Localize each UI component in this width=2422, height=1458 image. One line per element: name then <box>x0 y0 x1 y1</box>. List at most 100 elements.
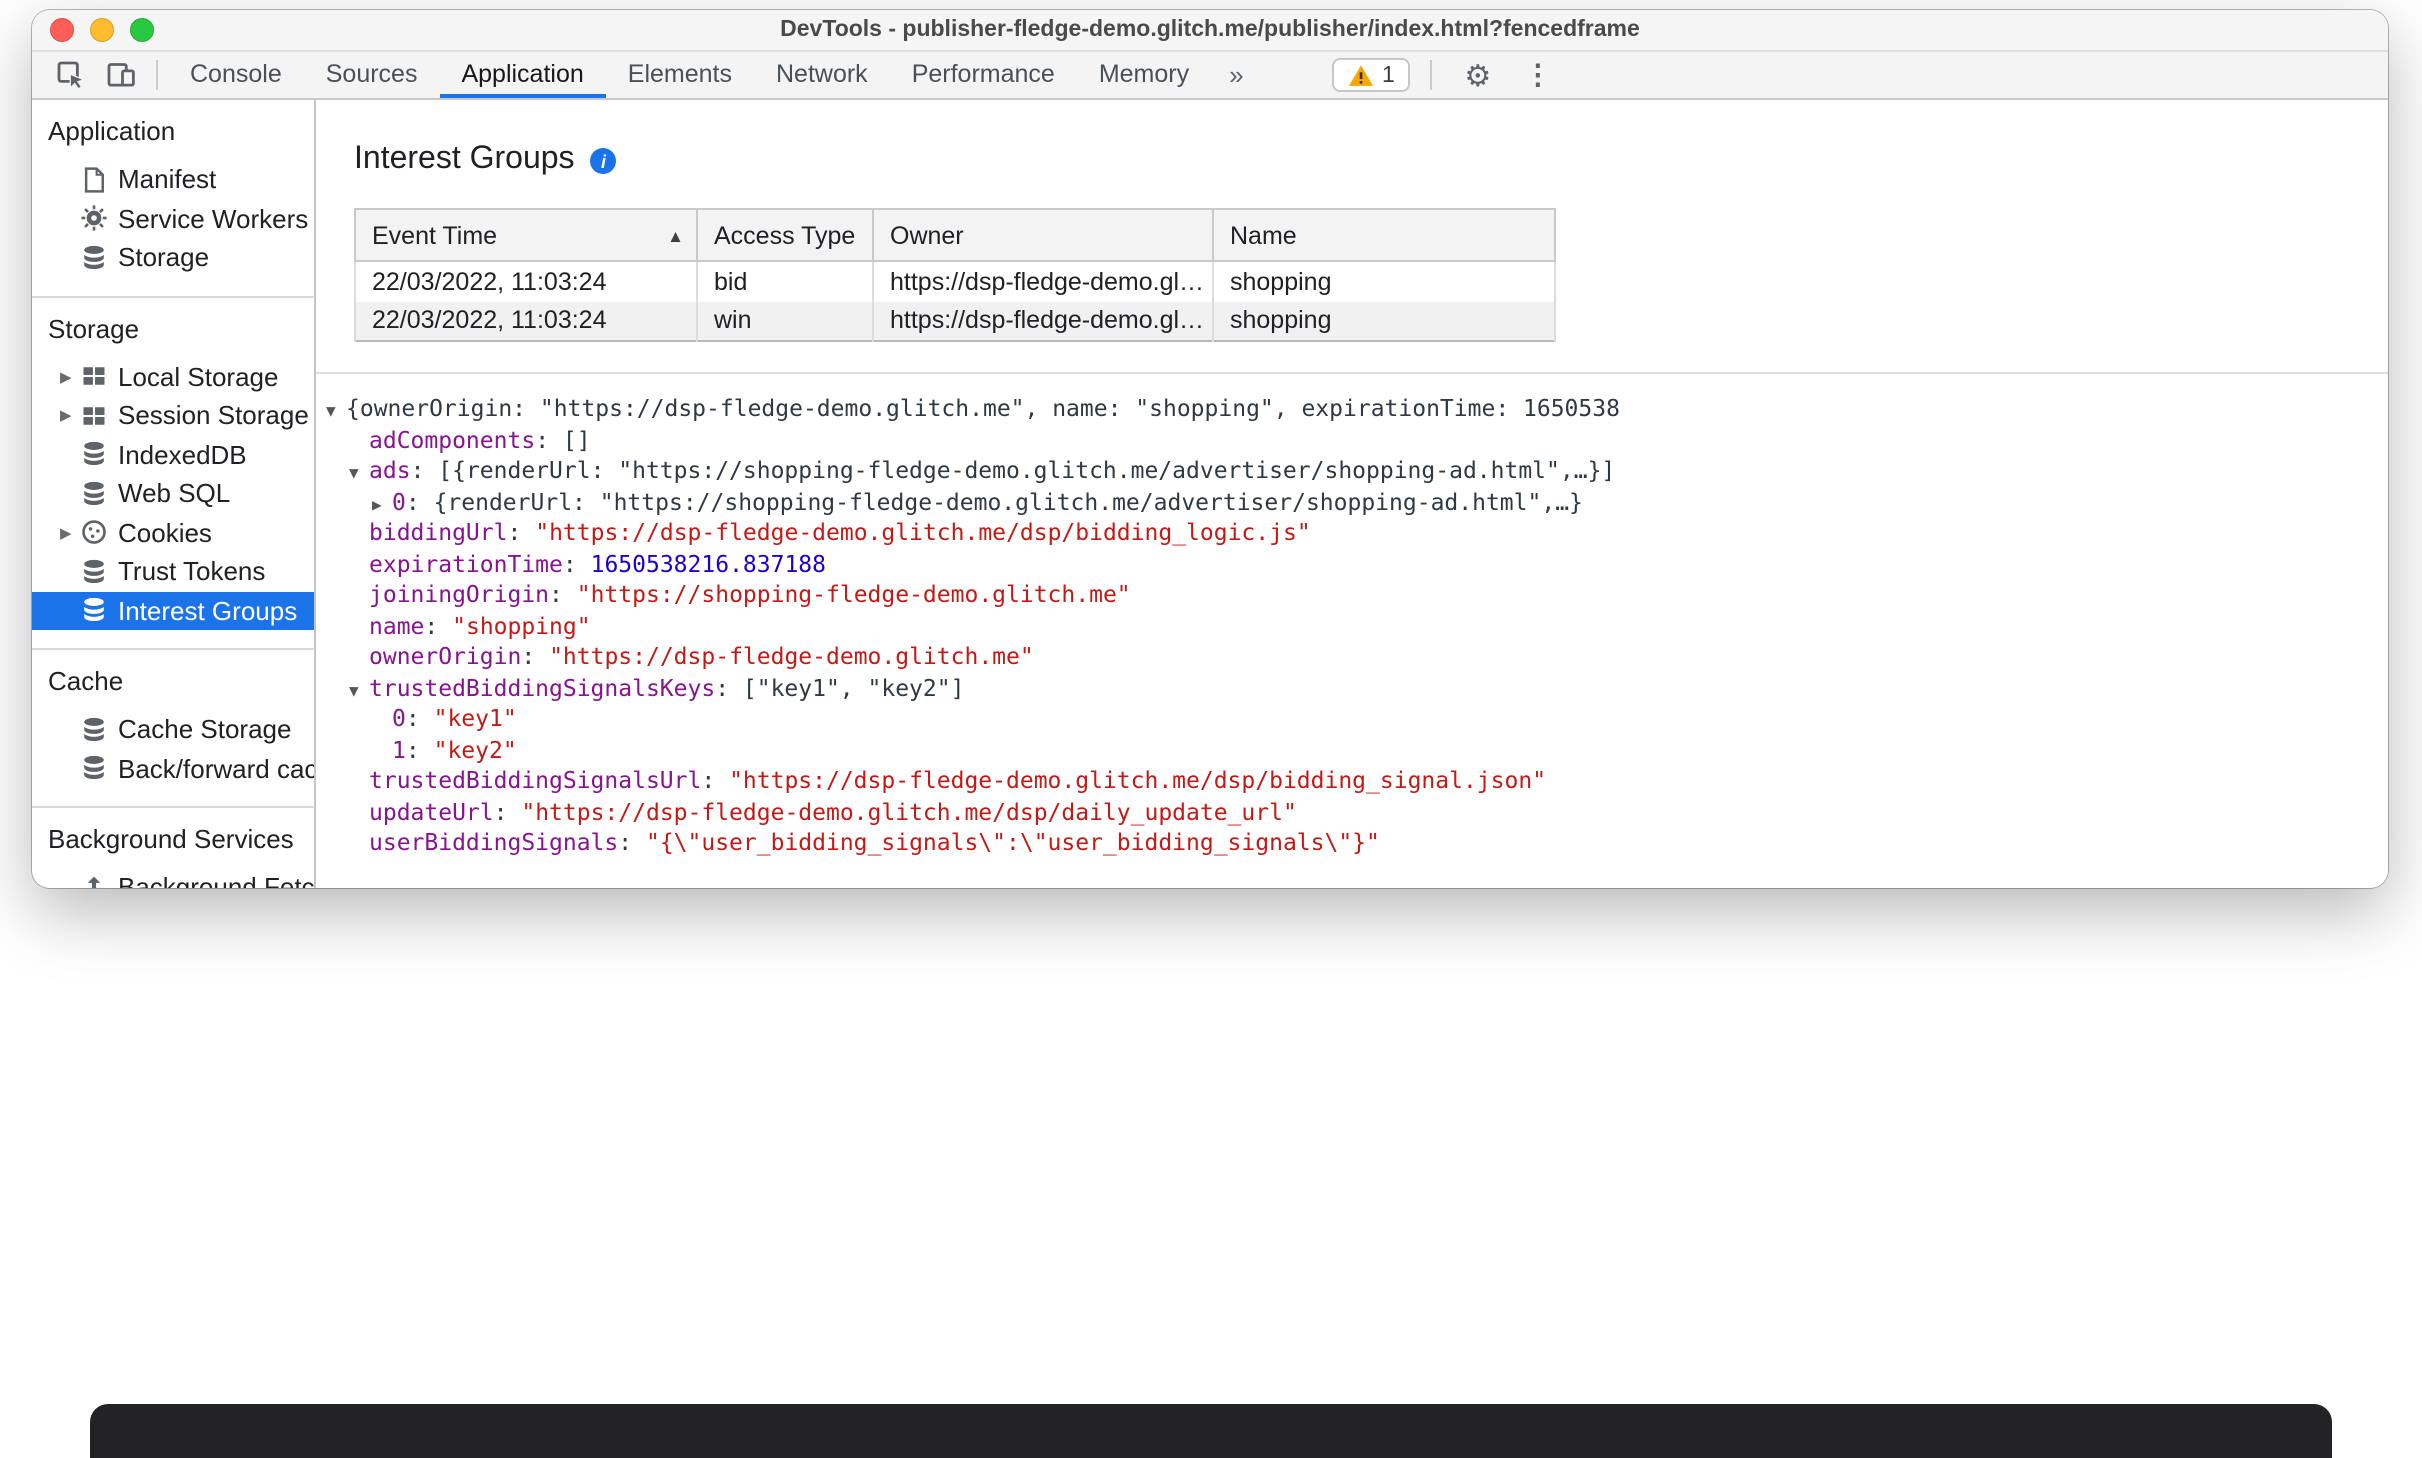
column-header-owner[interactable]: Owner <box>872 208 1214 262</box>
sidebar-item-session-storage[interactable]: ▶ Session Storage <box>32 396 314 435</box>
settings-gear-button[interactable]: ⚙ <box>1453 53 1503 97</box>
sidebar-item-manifest[interactable]: Manifest <box>32 160 314 199</box>
device-toolbar-button[interactable] <box>96 53 146 97</box>
cell-access-type: bid <box>696 261 874 301</box>
sidebar-item-background-fetch[interactable]: Background Fetch <box>32 868 314 888</box>
more-tabs-button[interactable]: » <box>1211 60 1261 90</box>
collapse-triangle-icon[interactable]: ▼ <box>349 675 369 704</box>
json-tree-row[interactable]: ▶ 0: {renderUrl: "https://shopping-fledge… <box>316 487 2388 518</box>
json-tree-row[interactable]: ▼ ads: [{renderUrl: "https://shopping-fle… <box>316 456 2388 487</box>
column-header-label: Name <box>1230 221 1297 249</box>
sidebar-item-local-storage[interactable]: ▶ Local Storage <box>32 357 314 396</box>
sidebar-item-back-forward-cach[interactable]: Back/forward cach <box>32 749 314 788</box>
sidebar-section-background-services: Background Services Background Fetch <box>32 808 314 888</box>
database-icon <box>80 715 110 745</box>
tab-console[interactable]: Console <box>168 52 304 98</box>
sidebar-item-label: Web SQL <box>118 478 231 509</box>
tab-memory[interactable]: Memory <box>1077 52 1211 98</box>
json-plain: : ["key1", "key2"] <box>715 673 965 701</box>
tab-elements[interactable]: Elements <box>606 52 754 98</box>
cell-owner: https://dsp-fledge-demo.gl… <box>872 301 1214 341</box>
json-key: trustedBiddingSignalsUrl <box>369 766 702 794</box>
zoom-window-button[interactable] <box>130 18 154 42</box>
json-string: "https://dsp-fledge-demo.glitch.me/dsp/d… <box>521 797 1297 825</box>
tab-network[interactable]: Network <box>754 52 890 98</box>
json-tree-row[interactable]: 0: "key1" <box>316 704 2388 735</box>
info-icon[interactable]: i <box>590 148 617 174</box>
expand-triangle-icon[interactable]: ▶ <box>372 489 392 518</box>
close-window-button[interactable] <box>50 18 74 42</box>
json-tree-row[interactable]: expirationTime: 1650538216.837188 <box>316 549 2388 580</box>
json-tree-row[interactable]: adComponents: [] <box>316 425 2388 456</box>
collapse-triangle-icon[interactable]: ▼ <box>326 396 346 425</box>
sidebar-item-interest-groups[interactable]: Interest Groups <box>32 591 314 630</box>
json-plain: : {renderUrl: "https://shopping-fledge-d… <box>405 487 1583 515</box>
sidebar-section-title: Storage <box>48 313 140 343</box>
column-header-event-time[interactable]: Event Time ▲ <box>354 208 698 262</box>
sidebar-item-service-workers[interactable]: Service Workers <box>32 199 314 238</box>
tab-performance[interactable]: Performance <box>890 52 1077 98</box>
sidebar-section-title: Background Services <box>48 824 294 854</box>
column-header-access-type[interactable]: Access Type <box>696 208 874 262</box>
sidebar-item-storage[interactable]: Storage <box>32 238 314 277</box>
more-options-button[interactable]: ⋮ <box>1513 53 1563 97</box>
json-tree-row[interactable]: ownerOrigin: "https://dsp-fledge-demo.gl… <box>316 642 2388 673</box>
sidebar-item-label: Session Storage <box>118 400 309 431</box>
device-toolbar-icon <box>106 60 136 90</box>
database-icon <box>80 754 110 784</box>
interest-groups-table: Event Time ▲ Access Type Owner Name 22/03/20… <box>354 208 1556 342</box>
tab-application[interactable]: Application <box>439 52 606 98</box>
json-key: 0 <box>392 704 406 732</box>
toolbar-right-group: 1 ⚙ ⋮ <box>1332 52 1563 98</box>
sidebar-item-label: Cache Storage <box>118 714 292 745</box>
sidebar-item-cookies[interactable]: ▶ Cookies <box>32 513 314 552</box>
inspect-cursor-icon <box>56 60 86 90</box>
json-tree-row[interactable]: joiningOrigin: "https://shopping-fledge-… <box>316 580 2388 611</box>
table-row[interactable]: 22/03/2022, 11:03:24 bid https://dsp-fledg… <box>354 261 1556 301</box>
json-string: "https://dsp-fledge-demo.glitch.me/dsp/b… <box>535 518 1311 546</box>
json-tree-row[interactable]: biddingUrl: "https://dsp-fledge-demo.gli… <box>316 518 2388 549</box>
panel-tabs: Console Sources Application Elements Network… <box>168 52 1211 98</box>
sort-ascending-icon: ▲ <box>667 226 684 246</box>
json-tree-row[interactable]: name: "shopping" <box>316 611 2388 642</box>
json-tree-view: ▼ {ownerOrigin: "https://dsp-fledge-demo.… <box>316 374 2388 888</box>
json-tree-row[interactable]: updateUrl: "https://dsp-fledge-demo.glit… <box>316 797 2388 828</box>
json-string: "https://shopping-fledge-demo.glitch.me" <box>576 580 1131 608</box>
sidebar-item-cache-storage[interactable]: Cache Storage <box>32 710 314 749</box>
collapse-triangle-icon[interactable]: ▼ <box>349 458 369 487</box>
json-key: ads <box>369 456 411 484</box>
table-icon <box>80 401 110 431</box>
sidebar-item-indexeddb[interactable]: IndexedDB <box>32 435 314 474</box>
expand-arrow-icon[interactable]: ▶ <box>60 367 72 385</box>
json-plain: : <box>562 549 591 577</box>
expand-arrow-icon[interactable]: ▶ <box>60 406 72 424</box>
tab-sources[interactable]: Sources <box>304 52 440 98</box>
json-key: 1 <box>392 735 406 763</box>
json-plain: : <box>549 580 577 608</box>
sidebar-item-label: IndexedDB <box>118 439 247 470</box>
json-tree-row[interactable]: 1: "key2" <box>316 735 2388 766</box>
sidebar-item-trust-tokens[interactable]: Trust Tokens <box>32 552 314 591</box>
document-icon <box>80 165 110 195</box>
sidebar-section-application: Application Manifest Service Workers Storag… <box>32 100 314 297</box>
cell-event-time: 22/03/2022, 11:03:24 <box>354 301 698 341</box>
table-row[interactable]: 22/03/2022, 11:03:24 win https://dsp-fledg… <box>354 301 1556 341</box>
sidebar-item-label: Back/forward cach <box>118 753 316 784</box>
json-string: "https://dsp-fledge-demo.glitch.me" <box>549 642 1034 670</box>
toolbar-divider <box>156 60 158 90</box>
cell-owner: https://dsp-fledge-demo.gl… <box>872 261 1214 301</box>
sidebar-item-web-sql[interactable]: Web SQL <box>32 474 314 513</box>
json-tree-row[interactable]: userBiddingSignals: "{\"user_bidding_sig… <box>316 828 2388 859</box>
gear-icon <box>80 204 110 234</box>
json-key: userBiddingSignals <box>369 828 619 856</box>
json-tree-row[interactable]: trustedBiddingSignalsUrl: "https://dsp-f… <box>316 766 2388 797</box>
issues-counter-button[interactable]: 1 <box>1332 58 1411 92</box>
expand-arrow-icon[interactable]: ▶ <box>60 523 72 541</box>
json-tree-row[interactable]: ▼ {ownerOrigin: "https://dsp-fledge-demo.… <box>316 394 2388 425</box>
database-icon <box>80 557 110 587</box>
json-tree-row[interactable]: ▼ trustedBiddingSignalsKeys: ["key1", "ke… <box>316 673 2388 704</box>
traffic-lights <box>50 18 154 42</box>
inspect-element-button[interactable] <box>46 53 96 97</box>
minimize-window-button[interactable] <box>90 18 114 42</box>
column-header-name[interactable]: Name <box>1212 208 1556 262</box>
